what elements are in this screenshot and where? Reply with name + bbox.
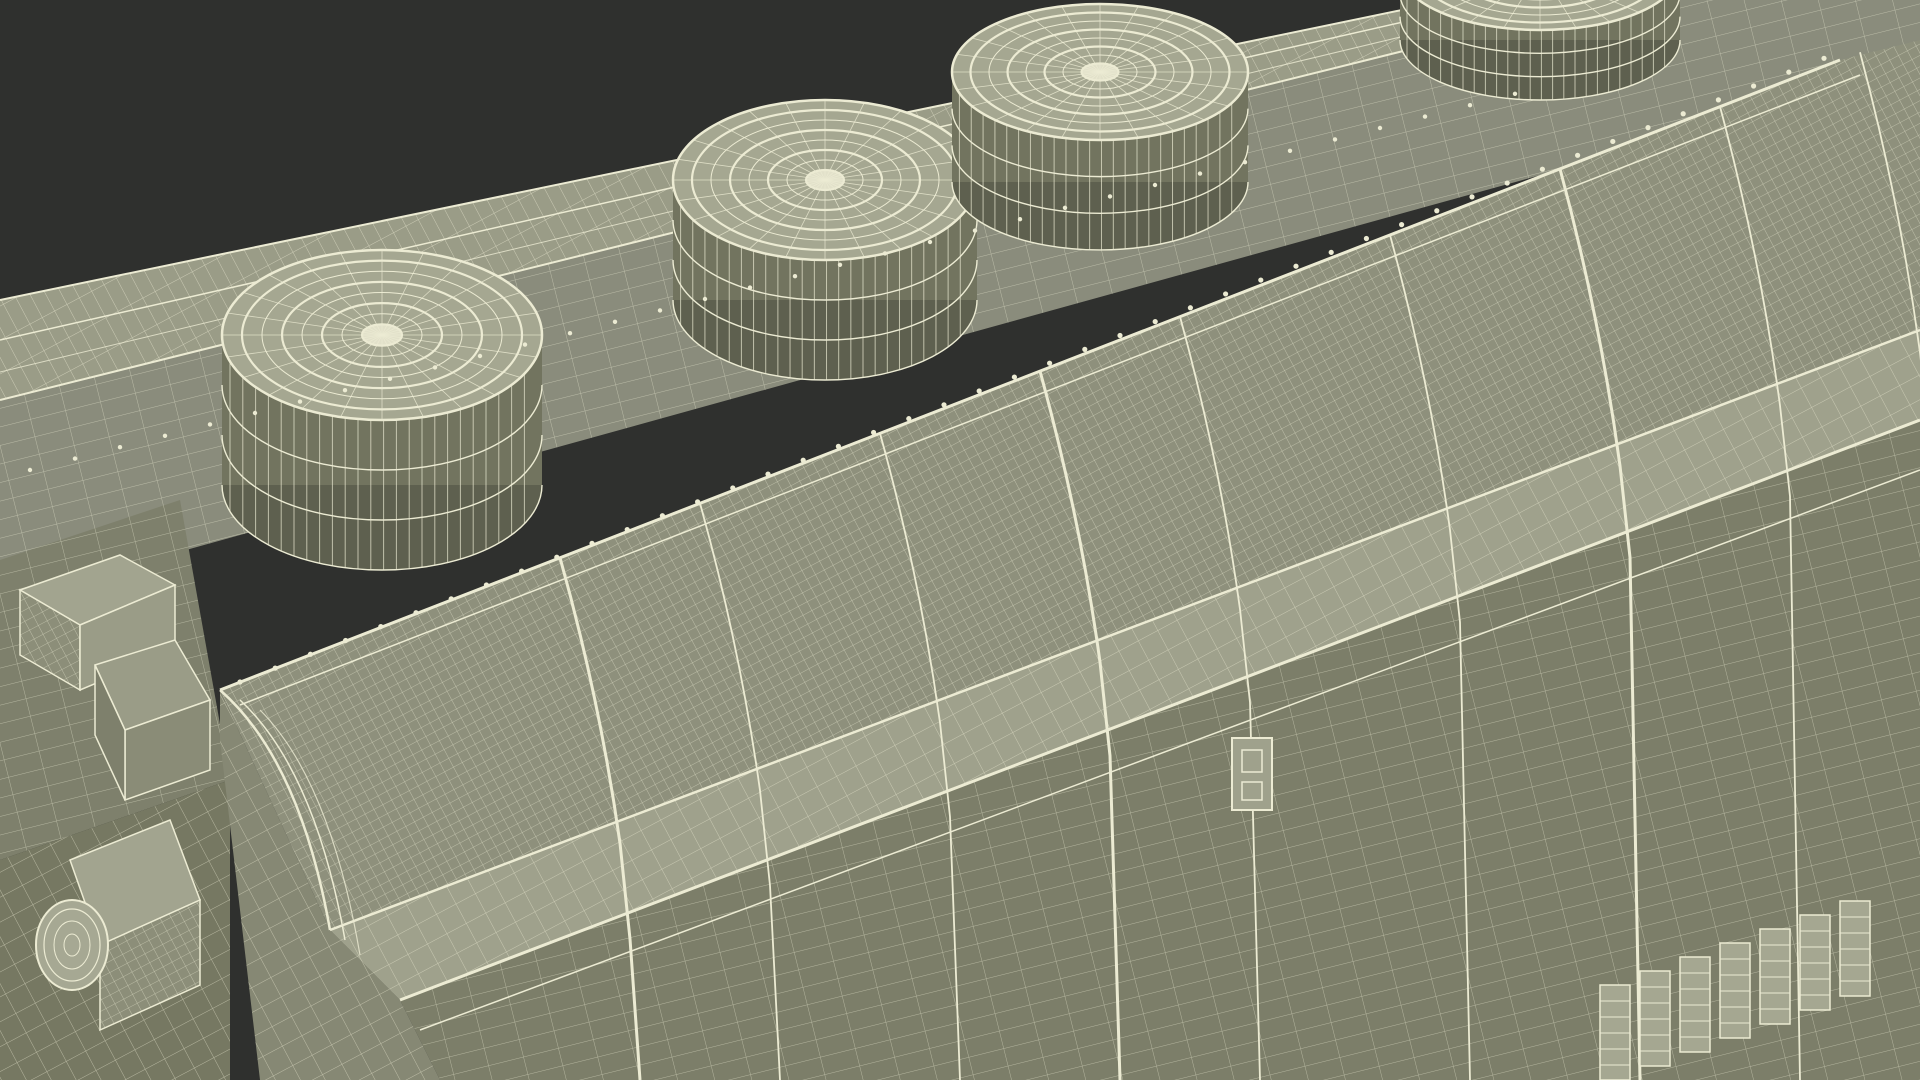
rivet xyxy=(1715,97,1721,103)
rivet xyxy=(72,456,78,461)
rivet xyxy=(1786,69,1792,75)
rivet xyxy=(1469,194,1475,200)
rivet xyxy=(659,513,666,519)
rivet xyxy=(1363,235,1369,242)
rivet xyxy=(207,422,213,427)
rivet xyxy=(1610,138,1616,145)
rivet xyxy=(1062,205,1068,210)
rivet xyxy=(1011,374,1018,380)
rivet xyxy=(837,262,843,267)
rivet xyxy=(413,610,419,616)
rivet xyxy=(1504,180,1510,186)
rivet xyxy=(252,410,258,416)
rivet xyxy=(1047,360,1053,366)
rivet xyxy=(1751,83,1757,89)
rivet xyxy=(730,485,736,491)
rivet xyxy=(702,296,708,302)
rivet xyxy=(27,467,33,473)
wireframe-render xyxy=(0,0,1920,1080)
rivet xyxy=(927,239,933,245)
fan-right xyxy=(950,2,1250,251)
rivet xyxy=(1821,55,1827,61)
rivet xyxy=(477,353,483,359)
rivet xyxy=(343,637,349,644)
rivet xyxy=(117,445,123,450)
rivet xyxy=(237,679,243,685)
rivet xyxy=(1258,277,1264,283)
rivet xyxy=(835,443,842,449)
rivet xyxy=(387,376,393,381)
rivet xyxy=(483,582,489,588)
rivet xyxy=(1422,114,1428,119)
rivet xyxy=(871,429,877,436)
rivet xyxy=(792,274,798,279)
rivet xyxy=(1242,160,1248,165)
rivet xyxy=(972,228,978,233)
render-viewport xyxy=(0,0,1920,1080)
rivet xyxy=(307,651,313,657)
rivet xyxy=(612,319,618,324)
rivet xyxy=(1467,103,1473,108)
rivet xyxy=(1377,125,1383,131)
rivet xyxy=(1512,91,1518,97)
rivet xyxy=(554,554,560,560)
rivet xyxy=(976,388,982,394)
rivet xyxy=(1287,148,1293,153)
rivet xyxy=(882,251,888,256)
rivet xyxy=(1152,319,1158,325)
rivet xyxy=(1152,182,1158,188)
rivet xyxy=(1645,125,1651,131)
rivet xyxy=(800,457,806,463)
rivet xyxy=(1332,137,1338,142)
rivet xyxy=(906,416,912,422)
rivet xyxy=(567,331,573,336)
rivet xyxy=(448,596,454,602)
rivet xyxy=(1017,217,1023,222)
rivet xyxy=(162,433,168,438)
rivet xyxy=(297,399,303,404)
rivet xyxy=(747,285,753,290)
door-latch xyxy=(1231,737,1273,811)
rivet xyxy=(1293,263,1299,269)
rivet xyxy=(941,402,947,408)
rivet xyxy=(1434,208,1440,214)
rivet xyxy=(657,308,663,313)
rivet xyxy=(589,540,595,547)
rivet xyxy=(1107,194,1113,199)
rivet xyxy=(1328,249,1334,255)
rivet xyxy=(624,526,630,533)
rivet xyxy=(1575,152,1581,158)
headlight xyxy=(35,899,109,991)
rivet xyxy=(519,568,525,574)
rivet xyxy=(272,665,278,671)
rivet xyxy=(1117,332,1123,339)
rivet xyxy=(1399,222,1405,228)
fan-left xyxy=(220,248,544,571)
rivet xyxy=(522,342,528,347)
rivet xyxy=(765,471,771,477)
rivet xyxy=(1680,111,1686,117)
rivet xyxy=(1539,166,1545,172)
rivet xyxy=(695,499,701,505)
rivet xyxy=(342,388,348,393)
rivet xyxy=(378,623,384,630)
fan-middle xyxy=(671,98,979,381)
rivet xyxy=(1197,171,1203,176)
rivet xyxy=(432,365,438,370)
rivet xyxy=(1082,346,1088,352)
rivet xyxy=(1223,291,1229,297)
rivet xyxy=(1187,305,1193,311)
